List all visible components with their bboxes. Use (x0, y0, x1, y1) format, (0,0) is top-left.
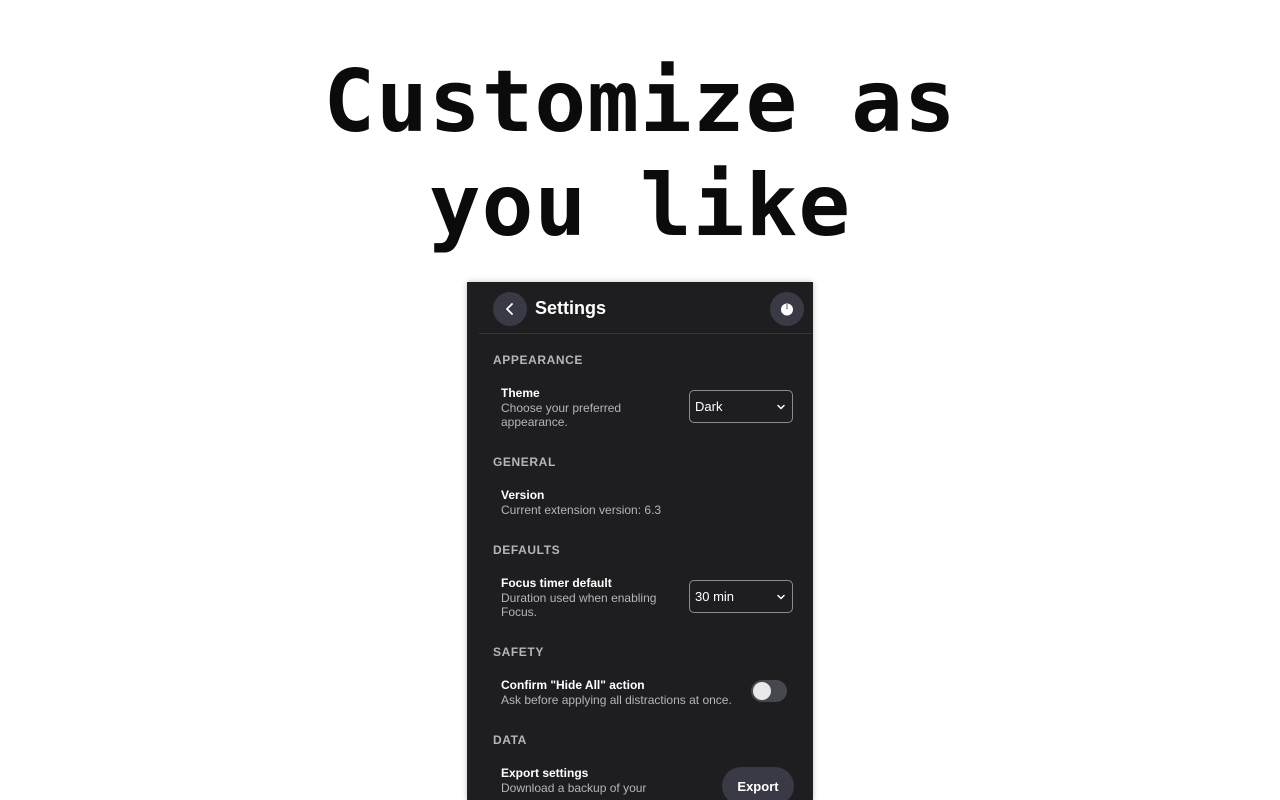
theme-description: Choose your preferred appearance. (501, 401, 622, 429)
section-label-appearance: APPEARANCE (493, 353, 584, 367)
confirm-hide-all-title: Confirm "Hide All" action (501, 678, 645, 692)
settings-panel: Settings APPEARANCE Theme Choose your pr… (467, 282, 813, 800)
page-title: Settings (535, 298, 607, 318)
confirm-hide-all-toggle[interactable] (751, 680, 787, 702)
export-button[interactable]: Export (722, 767, 794, 800)
focus-timer-title: Focus timer default (501, 576, 612, 590)
chevron-down-icon (777, 404, 785, 410)
headline-line-1: Customize as (323, 52, 957, 152)
power-icon (781, 302, 793, 316)
power-button[interactable] (770, 292, 804, 326)
theme-select-value: Dark (695, 399, 723, 414)
confirm-hide-all-description: Ask before applying all distractions at … (501, 693, 732, 707)
toggle-knob (753, 682, 771, 700)
export-settings-description: Download a backup of your (501, 781, 647, 795)
export-settings-title: Export settings (501, 766, 589, 780)
headline: Customize as you like (0, 50, 1280, 258)
section-label-data: DATA (493, 733, 527, 747)
headline-line-2: you like (428, 156, 852, 256)
header-divider (479, 333, 813, 334)
section-label-general: GENERAL (493, 455, 556, 469)
chevron-down-icon (777, 594, 785, 600)
settings-header: Settings (467, 282, 813, 334)
section-label-safety: SAFETY (493, 645, 544, 659)
version-title: Version (501, 488, 545, 502)
back-button[interactable] (493, 292, 527, 326)
theme-title: Theme (501, 386, 540, 400)
focus-timer-select[interactable]: 30 min (689, 580, 793, 613)
theme-select[interactable]: Dark (689, 390, 793, 423)
focus-timer-description: Duration used when enabling Focus. (501, 591, 657, 619)
chevron-left-icon (506, 303, 513, 315)
focus-timer-select-value: 30 min (695, 589, 735, 604)
version-description: Current extension version: 6.3 (501, 503, 662, 517)
section-label-defaults: DEFAULTS (493, 543, 561, 557)
